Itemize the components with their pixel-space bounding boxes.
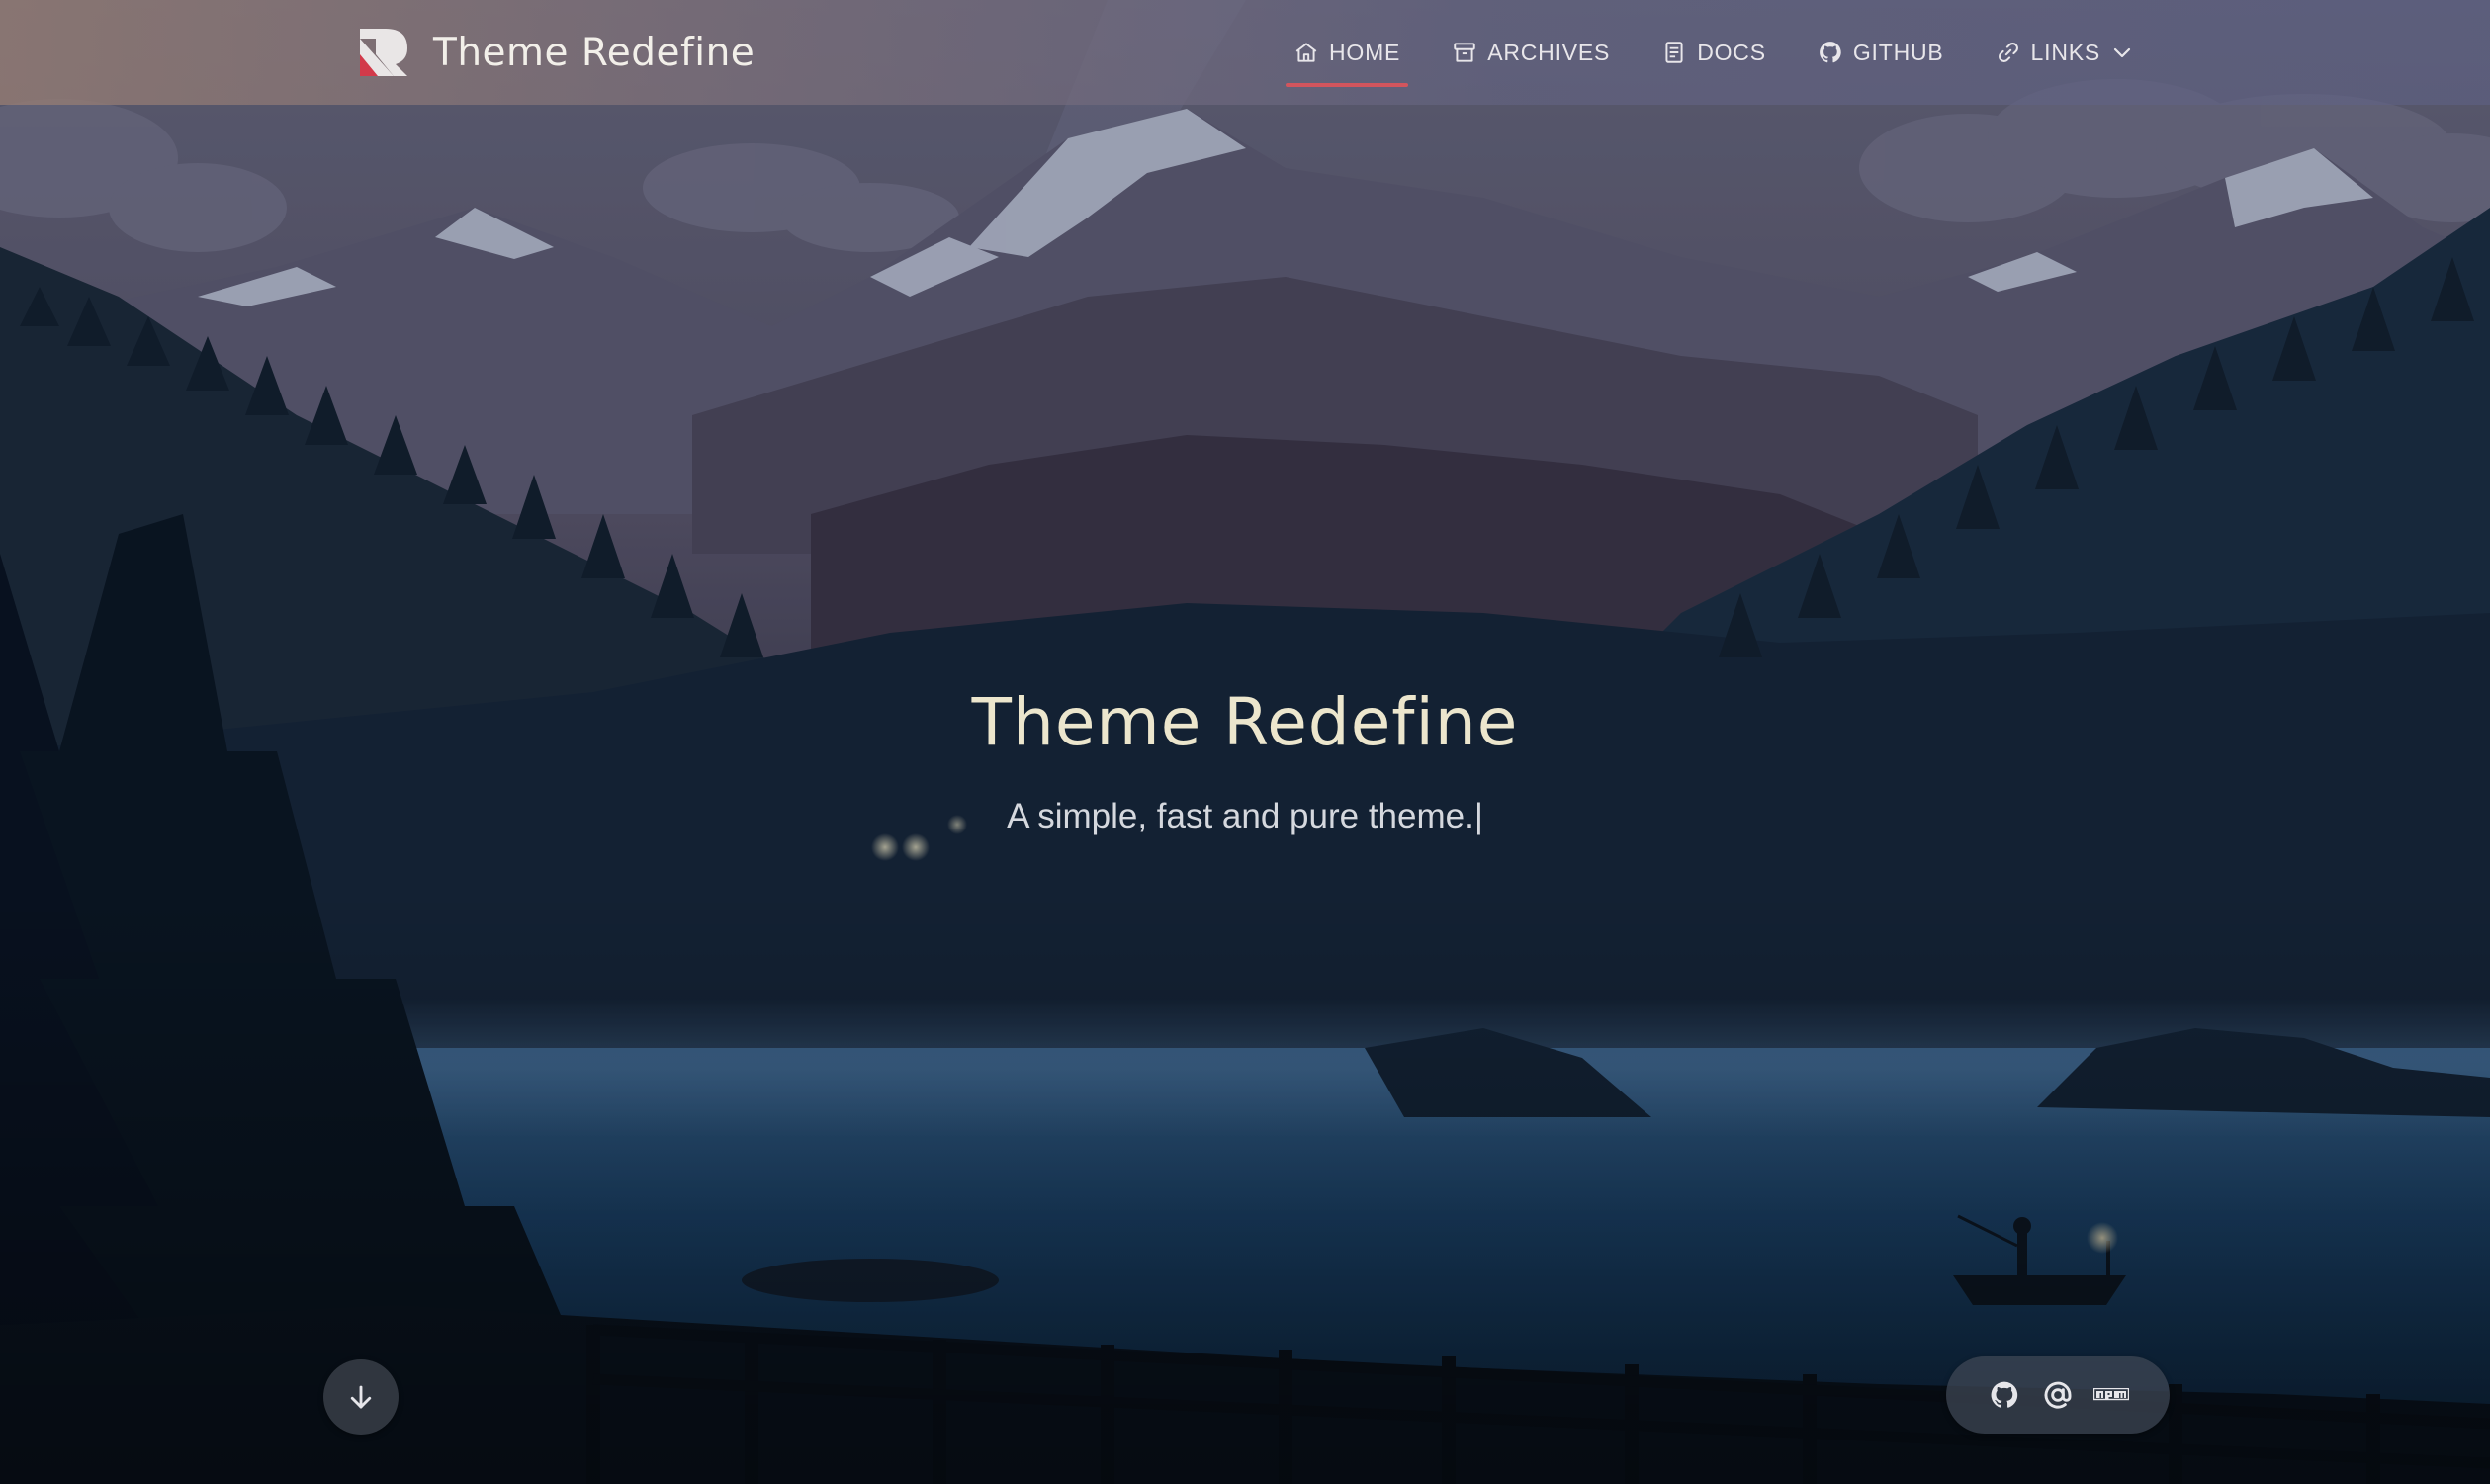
social-npm-link[interactable] [2092,1376,2130,1414]
nav-archives[interactable]: ARCHIVES [1442,0,1620,105]
redefine-logo-icon [360,29,407,76]
social-email-link[interactable] [2039,1376,2077,1414]
chevron-down-icon [2110,41,2134,64]
nav-home-label: HOME [1329,39,1401,65]
nav-docs-label: DOCS [1697,39,1766,65]
page: Theme Redefine HOME ARCHIVES DOCS GITHUB… [0,0,2490,1484]
nav-links-label: LINKS [2030,39,2101,65]
arrow-down-icon [350,1385,372,1409]
document-icon [1661,40,1687,65]
nav-github-label: GITHUB [1852,39,1944,65]
nav-archives-label: ARCHIVES [1487,39,1611,65]
link-icon [1996,40,2021,65]
brand[interactable]: Theme Redefine [356,24,755,81]
hero-subtitle: A simple, fast and pure theme. [1007,797,1474,835]
home-icon [1293,40,1319,65]
npm-icon [2093,1388,2129,1401]
site-title: Theme Redefine [433,30,756,75]
main-nav: HOME ARCHIVES DOCS GITHUB LINKS [1284,0,2176,105]
nav-home[interactable]: HOME [1284,0,1410,105]
navbar: Theme Redefine HOME ARCHIVES DOCS GITHUB… [0,0,2490,105]
hero-subtitle-wrapper: A simple, fast and pure theme.| [0,797,2490,836]
typing-cursor: | [1473,797,1483,835]
nav-links[interactable]: LINKS [1986,0,2144,105]
at-sign-icon [2044,1381,2072,1409]
github-icon [1818,40,1843,65]
social-github-link[interactable] [1986,1376,2023,1414]
github-icon [1991,1381,2018,1408]
hero-title: Theme Redefine [971,684,1519,760]
archive-icon [1452,40,1477,65]
social-links [1946,1356,2170,1434]
scroll-down-button[interactable] [323,1359,399,1435]
nav-docs[interactable]: DOCS [1651,0,1776,105]
nav-github[interactable]: GITHUB [1808,0,1954,105]
